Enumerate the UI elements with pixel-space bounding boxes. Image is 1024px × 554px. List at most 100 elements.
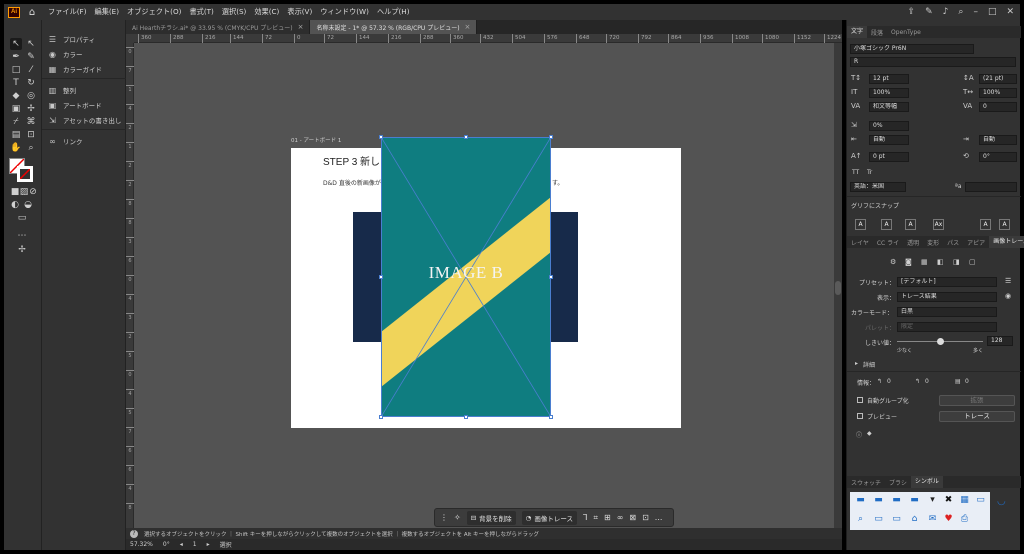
minimize-icon[interactable]: – — [973, 7, 978, 17]
snap-anchor-button[interactable]: A — [999, 219, 1010, 230]
mask-icon[interactable]: ⊠ — [629, 513, 636, 522]
tracking-field[interactable]: 0 — [979, 102, 1017, 112]
eyedropper-icon[interactable]: ⌿ — [10, 116, 22, 128]
vertical-ruler[interactable]: 0714212288360432504576648 — [126, 43, 134, 528]
grayscale-icon[interactable]: ◧ — [937, 258, 944, 266]
symbol-home-icon[interactable]: ⌂ — [906, 513, 923, 525]
resize-handle[interactable] — [464, 415, 468, 419]
type-tool-icon[interactable]: T — [10, 77, 22, 89]
panel-color-guide[interactable]: ▦ カラーガイド — [48, 64, 102, 75]
artboard-tool-icon[interactable]: ⊡ — [25, 129, 37, 141]
antialias-select[interactable] — [965, 182, 1017, 192]
link-icon[interactable]: ∞ — [617, 513, 624, 522]
mesh-tool-icon[interactable]: ✢ — [25, 103, 37, 115]
font-family-select[interactable]: 小塚ゴシック Pr6N — [850, 44, 974, 54]
all-caps-button[interactable]: TT — [852, 169, 859, 176]
symbol-bar-icon[interactable]: ▬ — [852, 494, 869, 506]
tab-document-2[interactable]: 名称未設定 - 1* @ 57.32 % (RGB/CPU プレビュー) × — [310, 20, 478, 34]
menu-window[interactable]: ウィンドウ(W) — [320, 7, 369, 17]
menu-file[interactable]: ファイル(F) — [48, 7, 87, 17]
blend-tool-icon[interactable]: ⌘ — [25, 116, 37, 128]
symbol-x-icon[interactable]: ✖ — [940, 494, 957, 506]
tab-appearance[interactable]: アピア — [963, 238, 989, 247]
zoom-tool-icon[interactable]: ⌕ — [25, 142, 37, 154]
canvas[interactable]: 01 - アートボード 1 STEP 3 新し D&D 直後の新画像が す。 I… — [134, 43, 834, 528]
auto-group-checkbox[interactable] — [857, 397, 863, 403]
help-icon[interactable]: ? — [130, 529, 138, 538]
outline-icon[interactable]: ▢ — [969, 258, 976, 266]
auto-color-icon[interactable]: ⚙ — [890, 258, 896, 266]
remove-background-button[interactable]: ⊟ 背景を削除 — [466, 510, 516, 525]
aki-left-field[interactable]: 自動 — [869, 135, 909, 145]
camera-icon[interactable]: ◙ — [905, 258, 912, 266]
tab-pathfinder[interactable]: パス — [943, 238, 963, 247]
symbol-search-icon[interactable]: ⌕ — [852, 513, 869, 525]
tab-transform[interactable]: 変形 — [923, 238, 943, 247]
none-mode-icon[interactable]: ⊘ — [27, 186, 39, 198]
tab-opentype[interactable]: OpenType — [887, 29, 925, 36]
search-icon[interactable]: ⌕ — [958, 7, 963, 17]
step-title-text[interactable]: STEP 3 新し — [323, 153, 380, 168]
language-select[interactable]: 英語：米国 — [850, 182, 906, 192]
embed-icon[interactable]: ⊞ — [604, 513, 611, 522]
close-icon[interactable]: ✕ — [1006, 7, 1014, 17]
view-select[interactable]: トレース結果 — [897, 292, 997, 302]
leading-field[interactable]: (21 pt) — [979, 74, 1017, 84]
grid-icon[interactable]: ▦ — [921, 258, 928, 266]
bw-icon[interactable]: ◨ — [953, 258, 960, 266]
view-toggle-icon[interactable]: ◉ — [1005, 292, 1011, 300]
expand-arrow-icon[interactable]: ▸ — [855, 360, 858, 367]
symbol-dropdown-icon[interactable]: ▾ — [924, 494, 941, 506]
menu-help[interactable]: ヘルプ(H) — [377, 7, 410, 17]
menu-edit[interactable]: 編集(E) — [95, 7, 120, 17]
trace-button[interactable]: トレース — [939, 411, 1015, 422]
tab-symbols[interactable]: シンボル — [910, 476, 943, 488]
symbol-bar-icon[interactable]: ▬ — [906, 494, 923, 506]
menu-type[interactable]: 書式(T) — [189, 7, 213, 17]
tab-paragraph[interactable]: 段落 — [867, 28, 887, 37]
mode-field[interactable]: 選択 — [220, 540, 232, 549]
menu-effect[interactable]: 効果(C) — [254, 7, 279, 17]
pen-tool-icon[interactable]: ✒ — [10, 51, 22, 63]
nav-next-icon[interactable]: ▸ — [207, 541, 210, 548]
more-tools-icon[interactable]: ⋯ — [16, 230, 28, 242]
threshold-slider[interactable] — [937, 338, 944, 345]
resize-handle[interactable] — [549, 135, 553, 139]
resize-handle[interactable] — [549, 415, 553, 419]
replace-icon[interactable]: ⊡ — [642, 513, 649, 522]
close-tab-icon[interactable]: × — [465, 23, 471, 31]
nav-prev-icon[interactable]: ◂ — [180, 541, 183, 548]
snap-bounds-button[interactable]: A — [905, 219, 916, 230]
preset-select[interactable]: [デフォルト] — [897, 277, 997, 287]
rotate-tool-icon[interactable]: ↻ — [25, 77, 37, 89]
tab-document-1[interactable]: Ai Hearthチラシ.ai* @ 33.95 % (CMYK/CPU プレビ… — [126, 20, 311, 34]
resize-handle[interactable] — [379, 135, 383, 139]
char-rotation-field[interactable]: 0° — [979, 152, 1017, 162]
preview-checkbox[interactable] — [857, 413, 863, 419]
gradient-tool-icon[interactable]: ▣ — [10, 103, 22, 115]
tab-cc-libraries[interactable]: CC ライ — [873, 238, 903, 247]
draw-inside-icon[interactable]: ◒ — [22, 199, 34, 211]
tooltip-icon[interactable]: ◆ — [867, 430, 872, 437]
symbol-sprayer-icon[interactable]: ▤ — [10, 129, 22, 141]
maximize-icon[interactable]: □ — [988, 7, 997, 17]
panel-links[interactable]: ∞ リンク — [48, 136, 82, 147]
panel-export-assets[interactable]: ⇲ アセットの書き出し — [48, 115, 121, 126]
menu-object[interactable]: オブジェクト(O) — [127, 7, 181, 17]
more-options-icon[interactable]: ... — [655, 513, 663, 522]
page-field[interactable]: 1 — [193, 541, 197, 548]
step-description-tail[interactable]: す。 — [552, 178, 563, 187]
symbol-calendar-icon[interactable]: ▦ — [956, 494, 973, 506]
snap-proximity-button[interactable]: Ax — [933, 219, 944, 230]
warp-tool-icon[interactable]: ◎ — [25, 90, 37, 102]
tab-image-trace[interactable]: 画像トレース — [989, 236, 1024, 248]
panel-align[interactable]: ▥ 整列 — [48, 85, 76, 96]
share-icon[interactable]: ⇪ — [908, 7, 916, 17]
preset-menu-icon[interactable]: ☰ — [1005, 277, 1011, 285]
tab-layers[interactable]: レイヤ — [847, 238, 873, 247]
drag-handle-icon[interactable]: ⋮ — [440, 513, 448, 522]
tab-brushes[interactable]: ブラシ — [885, 478, 911, 487]
font-size-field[interactable]: 12 pt — [869, 74, 909, 84]
resize-handle[interactable] — [379, 415, 383, 419]
image-b-placed[interactable]: IMAGE B — [381, 137, 551, 417]
